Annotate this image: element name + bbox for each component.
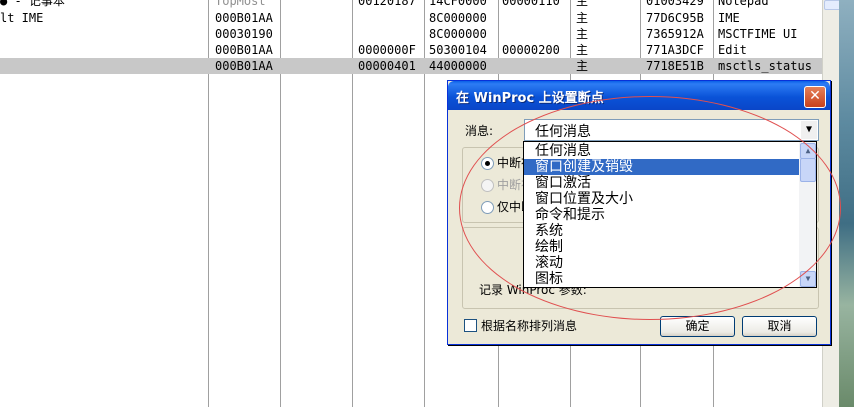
table-row[interactable]: 000B01AA 0000000F 50300104 00000200 主 77…: [0, 42, 822, 58]
scroll-down-icon[interactable]: ▼: [800, 271, 816, 287]
id-cell: [358, 10, 422, 26]
message-label: 消息:: [465, 124, 494, 138]
table-row-selected[interactable]: 000B01AA 00000401 44000000 主 7718E51B ms…: [0, 58, 822, 74]
style-cell: 14CF0000: [429, 0, 487, 8]
style-cell: 8C000000: [429, 27, 487, 41]
window-title-cell: [0, 58, 206, 74]
class-cell: IME: [718, 11, 740, 25]
thread-cell: 主: [576, 0, 589, 8]
wndproc-cell: 7718E51B: [646, 59, 704, 73]
cancel-button[interactable]: 取消: [742, 316, 817, 337]
wndproc-cell: 01003429: [646, 0, 704, 8]
window-title-cell: lt IME: [0, 11, 44, 25]
scroll-up-icon[interactable]: ▲: [800, 143, 816, 159]
exstyle-cell: 00000110: [502, 0, 560, 8]
handle-cell: 00030190: [215, 27, 273, 41]
handle-cell: 000B01AA: [215, 59, 273, 73]
style-cell: 50300104: [429, 43, 487, 57]
close-icon: ✕: [809, 88, 821, 104]
style-cell: 8C000000: [429, 11, 487, 25]
dropdown-option[interactable]: 系统: [524, 223, 810, 239]
dropdown-option[interactable]: 绘制: [524, 239, 810, 255]
table-row[interactable]: ● - 记事本 TopMost 00120187 14CF0000 000001…: [0, 0, 822, 9]
wndproc-cell: 7365912A: [646, 27, 704, 41]
window-title-cell: [0, 26, 206, 42]
message-dropdown-list[interactable]: 任何消息 窗口创建及销毁 窗口激活 窗口位置及大小 命令和提示 系统 绘制 滚动…: [523, 141, 817, 288]
id-cell: 00000401: [358, 59, 416, 73]
sort-by-name-checkbox[interactable]: [464, 319, 477, 332]
desktop-wallpaper-strip: [839, 0, 854, 407]
dropdown-option[interactable]: 任何消息: [524, 143, 810, 159]
dropdown-option-highlighted[interactable]: 窗口创建及销毁: [524, 159, 810, 175]
class-cell: msctls_status: [718, 59, 812, 73]
handle-cell: 000B01AA: [215, 11, 273, 25]
table-row[interactable]: lt IME 000B01AA 8C000000 主 77D6C95B IME: [0, 10, 822, 26]
exstyle-cell: [502, 58, 568, 74]
handle-cell: TopMost: [215, 0, 266, 8]
window-title-cell: ● - 记事本: [0, 0, 65, 8]
table-row[interactable]: 00030190 8C000000 主 7365912A MSCTFIME UI: [0, 26, 822, 42]
dropdown-scrollbar[interactable]: ▲ ▼: [799, 142, 816, 287]
exstyle-cell: [502, 26, 568, 42]
class-cell: Notepad: [718, 0, 769, 8]
id-cell: 00120187: [358, 0, 416, 8]
dropdown-option[interactable]: 窗口位置及大小: [524, 191, 810, 207]
handle-cell: 000B01AA: [215, 43, 273, 57]
break-only-radio[interactable]: [481, 201, 494, 214]
thread-cell: 主: [576, 11, 589, 25]
ok-button[interactable]: 确定: [660, 316, 735, 337]
scroll-thumb[interactable]: [800, 158, 816, 182]
dialog-title: 在 WinProc 上设置断点: [456, 91, 604, 106]
message-combobox[interactable]: 任何消息 ▼: [524, 119, 819, 141]
wndproc-cell: 771A3DCF: [646, 43, 704, 57]
sort-by-name-label: 根据名称排列消息: [481, 319, 578, 333]
exstyle-cell: 00000200: [502, 43, 560, 57]
style-cell: 44000000: [429, 59, 487, 73]
thread-cell: 主: [576, 43, 589, 57]
thread-cell: 主: [576, 59, 589, 73]
break-on-radio[interactable]: [481, 157, 494, 170]
dialog-title-bar[interactable]: 在 WinProc 上设置断点 ✕: [448, 81, 830, 110]
id-cell: [358, 26, 422, 42]
class-cell: Edit: [718, 43, 747, 57]
chevron-down-icon[interactable]: ▼: [801, 121, 817, 139]
class-cell: MSCTFIME UI: [718, 27, 798, 41]
dropdown-option[interactable]: 图标: [524, 271, 810, 287]
id-cell: 0000000F: [358, 43, 416, 57]
close-button[interactable]: ✕: [804, 86, 826, 108]
exstyle-cell: [502, 10, 568, 26]
dropdown-option[interactable]: 窗口激活: [524, 175, 810, 191]
window-title-cell: [0, 42, 206, 58]
dropdown-option[interactable]: 命令和提示: [524, 207, 810, 223]
wndproc-cell: 77D6C95B: [646, 11, 704, 25]
break-on-disabled-radio: [481, 179, 494, 192]
thread-cell: 主: [576, 27, 589, 41]
dropdown-option[interactable]: 滚动: [524, 255, 810, 271]
combobox-value: 任何消息: [535, 124, 591, 140]
